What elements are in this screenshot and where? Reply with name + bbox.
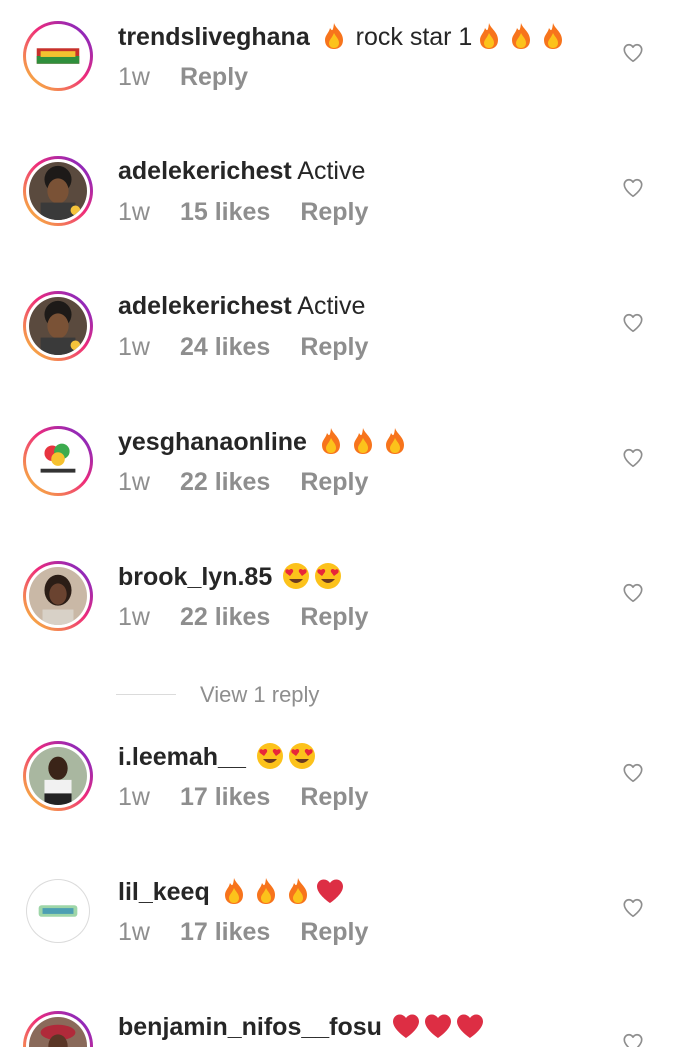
reply-button[interactable]: Reply: [180, 63, 248, 91]
fire-emoji: [219, 876, 249, 906]
fire-emoji: [506, 21, 536, 51]
comment-text: rock star 1: [355, 23, 473, 51]
heart-outline-icon[interactable]: [622, 582, 644, 604]
username[interactable]: lil_keeq: [118, 878, 210, 906]
comment-time: 1w: [118, 468, 150, 496]
heart-outline-icon[interactable]: [622, 762, 644, 784]
username[interactable]: adelekerichest: [118, 292, 292, 320]
avatar[interactable]: [23, 1011, 93, 1047]
red-heart-emoji: [315, 876, 345, 906]
heart-outline-icon[interactable]: [622, 897, 644, 919]
reply-divider: [116, 694, 176, 695]
comment-item: yesghanaonline 1w 22 likes Reply: [0, 405, 675, 515]
fire-emoji: [319, 21, 349, 51]
heart-outline-icon[interactable]: [622, 1032, 644, 1047]
heart-outline-icon[interactable]: [622, 312, 644, 334]
comment-meta: 1w 17 likes Reply: [118, 917, 398, 947]
reply-button[interactable]: Reply: [300, 333, 368, 361]
username[interactable]: adelekerichest: [118, 157, 292, 185]
comment-text: Active: [297, 292, 366, 320]
fire-emoji: [283, 876, 313, 906]
comment-time: 1w: [118, 783, 150, 811]
username[interactable]: yesghanaonline: [118, 428, 307, 456]
comment-line: i.leemah__: [118, 741, 317, 772]
comment-meta: 1w 24 likes Reply: [118, 332, 398, 362]
fire-emoji: [474, 21, 504, 51]
heart-eyes-emoji: [255, 741, 285, 771]
comment-time: 1w: [118, 603, 150, 631]
comment-line: brook_lyn.85: [118, 561, 343, 592]
comment-line: benjamin_nifos__fosu: [118, 1011, 485, 1042]
comment-line: adelekerichest Active: [118, 291, 365, 321]
like-count[interactable]: 15 likes: [180, 198, 270, 226]
heart-outline-icon[interactable]: [622, 447, 644, 469]
view-replies-label[interactable]: View 1 reply: [200, 680, 319, 710]
comment-line: lil_keeq: [118, 876, 345, 907]
avatar[interactable]: [23, 21, 93, 91]
reply-button[interactable]: Reply: [300, 198, 368, 226]
like-count[interactable]: 24 likes: [180, 333, 270, 361]
heart-eyes-emoji: [287, 741, 317, 771]
like-count[interactable]: 17 likes: [180, 783, 270, 811]
fire-emoji: [251, 876, 281, 906]
reply-button[interactable]: Reply: [300, 918, 368, 946]
reply-button[interactable]: Reply: [300, 603, 368, 631]
comment-meta: 1w 22 likes Reply: [118, 602, 398, 632]
comment-line: trendsliveghana rock star 1: [118, 21, 568, 52]
heart-outline-icon[interactable]: [622, 177, 644, 199]
comment-line: adelekerichest Active: [118, 156, 365, 186]
fire-emoji: [538, 21, 568, 51]
reply-button[interactable]: Reply: [300, 468, 368, 496]
like-count[interactable]: 17 likes: [180, 918, 270, 946]
avatar[interactable]: [23, 561, 93, 631]
red-heart-emoji: [391, 1011, 421, 1041]
reply-button[interactable]: Reply: [300, 783, 368, 811]
username[interactable]: i.leemah__: [118, 743, 246, 771]
comment-time: 1w: [118, 63, 150, 91]
comment-item: trendsliveghana rock star 1 1w Reply: [0, 0, 675, 110]
comment-meta: 1w 17 likes Reply: [118, 782, 398, 812]
like-count[interactable]: 22 likes: [180, 468, 270, 496]
comment-line: yesghanaonline: [118, 426, 410, 457]
username[interactable]: brook_lyn.85: [118, 563, 272, 591]
avatar[interactable]: [23, 741, 93, 811]
comment-meta: 1w 22 likes Reply: [118, 467, 398, 497]
comment-time: 1w: [118, 198, 150, 226]
username[interactable]: benjamin_nifos__fosu: [118, 1013, 382, 1041]
comment-item: benjamin_nifos__fosu: [0, 990, 675, 1047]
comment-item: i.leemah__ 1w 17 likes Reply: [0, 720, 675, 830]
comment-item: adelekerichest Active 1w 24 likes Reply: [0, 270, 675, 380]
comment-time: 1w: [118, 333, 150, 361]
avatar[interactable]: [26, 879, 90, 943]
avatar[interactable]: [23, 156, 93, 226]
heart-outline-icon[interactable]: [622, 42, 644, 64]
fire-emoji: [316, 426, 346, 456]
username[interactable]: trendsliveghana: [118, 23, 310, 51]
view-replies-button[interactable]: View 1 reply: [116, 680, 416, 710]
like-count[interactable]: 22 likes: [180, 603, 270, 631]
fire-emoji: [380, 426, 410, 456]
red-heart-emoji: [455, 1011, 485, 1041]
comment-text: Active: [297, 157, 366, 185]
fire-emoji: [348, 426, 378, 456]
comment-meta: 1w 15 likes Reply: [118, 197, 398, 227]
heart-eyes-emoji: [281, 561, 311, 591]
comment-meta: 1w Reply: [118, 62, 278, 92]
avatar[interactable]: [23, 426, 93, 496]
red-heart-emoji: [423, 1011, 453, 1041]
avatar[interactable]: [23, 291, 93, 361]
comment-item: brook_lyn.85 1w 22 likes Reply: [0, 540, 675, 650]
heart-eyes-emoji: [313, 561, 343, 591]
comment-item: adelekerichest Active 1w 15 likes Reply: [0, 135, 675, 245]
comment-time: 1w: [118, 918, 150, 946]
comment-item: lil_keeq 1w 17 likes Reply: [0, 855, 675, 965]
